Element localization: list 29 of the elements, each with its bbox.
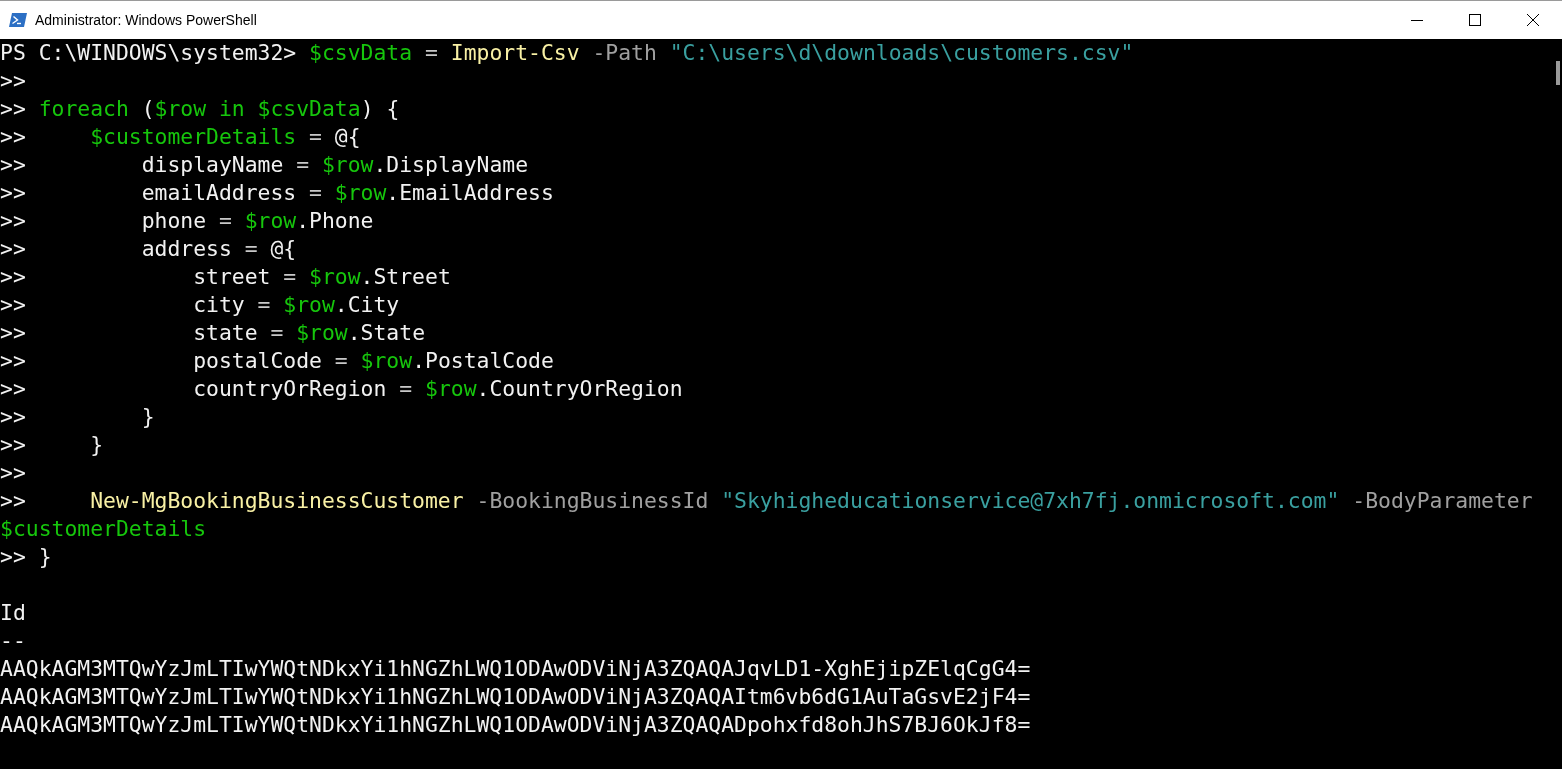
console-line: PS C:\WINDOWS\system32> $csvData = Import-Csv -Path "C:\users\d\downloads\customers.csv": [0, 39, 1134, 67]
console-line: >> postalCode = $row.PostalCode: [0, 347, 554, 375]
terminal-icon: [9, 13, 27, 27]
console-line: >> }: [0, 543, 52, 571]
console-line: >> displayName = $row.DisplayName: [0, 151, 529, 179]
console-line: >> foreach ($row in $csvData) {: [0, 95, 400, 123]
console-line: >> emailAddress = $row.EmailAddress: [0, 179, 554, 207]
console-line: >> }: [0, 403, 155, 431]
output-line: AAQkAGM3MTQwYzJmLTIwYWQtNDkxYi1hNGZhLWQ1ODAwODViNjA3ZQAQAJqvLD1-XghEjipZElqCgG4=: [0, 655, 1031, 683]
console-line: >> city = $row.City: [0, 291, 400, 319]
output-line: AAQkAGM3MTQwYzJmLTIwYWQtNDkxYi1hNGZhLWQ1ODAwODViNjA3ZQAQADpohxfd8ohJhS7BJ6OkJf8=: [0, 711, 1031, 739]
console-line: >> street = $row.Street: [0, 263, 451, 291]
console-line: >> phone = $row.Phone: [0, 207, 374, 235]
maximize-icon[interactable]: [1469, 14, 1481, 26]
console-line: >>: [0, 67, 26, 95]
window-title: Administrator: Windows PowerShell: [35, 12, 257, 28]
column-heading: Id: [0, 599, 26, 627]
console-line: >> }: [0, 431, 104, 459]
console-line: >> countryOrRegion = $row.CountryOrRegion: [0, 375, 683, 403]
console-line: $customerDetails: [0, 515, 207, 543]
close-icon[interactable]: [1527, 14, 1539, 26]
console-line: >> state = $row.State: [0, 319, 425, 347]
scrollbar-thumb[interactable]: [1556, 61, 1560, 85]
console-line: >> New-MgBookingBusinessCustomer -BookingBusinessId "Skyhigheducationservice@7xh7fj.onmicrosoft.com" -BodyParameter: [0, 487, 1533, 515]
console-line: >> address = @{: [0, 235, 297, 263]
console-line: >>: [0, 459, 26, 487]
heading-rule: --: [0, 627, 26, 655]
output-line: AAQkAGM3MTQwYzJmLTIwYWQtNDkxYi1hNGZhLWQ1ODAwODViNjA3ZQAQAItm6vb6dG1AuTaGsvE2jF4=: [0, 683, 1031, 711]
console-line: >> $customerDetails = @{: [0, 123, 361, 151]
